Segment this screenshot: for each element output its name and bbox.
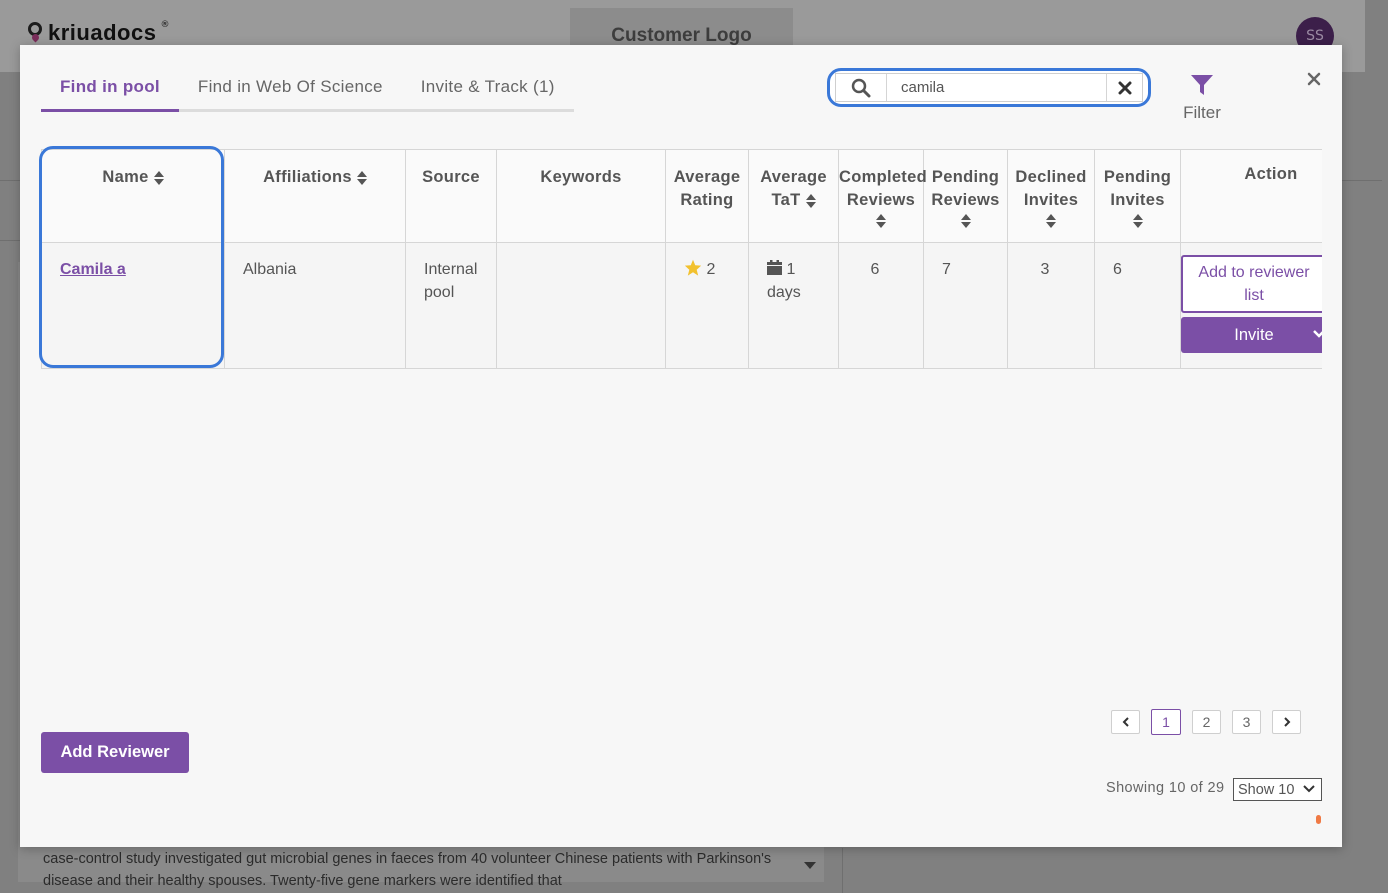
tab-find-in-web-of-science[interactable]: Find in Web Of Science: [179, 73, 402, 109]
cell-declined-invites: 3: [1007, 242, 1095, 369]
filter-button[interactable]: Filter: [1172, 73, 1232, 123]
star-icon: [684, 259, 702, 276]
col-header-action: Action: [1180, 149, 1322, 243]
pagination: 1 2 3: [1111, 709, 1301, 735]
cell-affiliation: Albania: [224, 242, 406, 369]
logo-registered-mark: ®: [160, 20, 170, 30]
sort-icon: [1132, 214, 1143, 228]
chevron-down-icon: [1303, 785, 1315, 793]
tat-unit: days: [767, 284, 801, 301]
clear-search-icon[interactable]: [1106, 74, 1142, 101]
status-dot: [1316, 815, 1321, 824]
sort-icon: [805, 193, 816, 208]
search-box: [835, 73, 1143, 102]
cell-source: Internal pool: [405, 242, 497, 369]
next-page-chevron-right-icon[interactable]: [1272, 710, 1301, 734]
sort-icon: [960, 214, 971, 228]
cell-keywords: [496, 242, 666, 369]
bg-divider: [842, 848, 843, 893]
reviewer-search-modal: Find in pool Find in Web Of Science Invi…: [20, 45, 1342, 847]
bg-divider: [1342, 180, 1382, 181]
logo-mark-icon: [26, 22, 44, 44]
col-header-average-rating: Average Rating: [665, 149, 749, 243]
table-row: Camila a Albania Internal pool 2 1 days 6 …: [41, 242, 1322, 369]
logo-text: kriuadocs: [48, 20, 157, 45]
add-to-reviewer-list-button[interactable]: Add to reviewer list: [1181, 255, 1322, 313]
invite-button[interactable]: Invite: [1181, 317, 1322, 353]
bg-abstract-text: case-control study investigated gut micr…: [43, 851, 772, 889]
cell-pending-invites: 6: [1094, 242, 1181, 369]
filter-label: Filter: [1183, 103, 1221, 122]
page-button-3[interactable]: 3: [1232, 710, 1261, 734]
filter-funnel-icon: [1191, 75, 1213, 95]
col-header-keywords: Keywords: [496, 149, 666, 243]
showing-count: Showing 10 of 29: [1106, 780, 1225, 796]
table-header-row: Name Affiliations Source Keywords Averag…: [41, 149, 1322, 243]
sort-icon: [153, 170, 164, 185]
tab-find-in-pool[interactable]: Find in pool: [41, 73, 179, 112]
rating-value: 2: [706, 261, 716, 278]
search-highlight: [827, 68, 1151, 107]
col-header-declined-invites[interactable]: Declined Invites: [1007, 149, 1095, 243]
tab-invite-and-track[interactable]: Invite & Track (1): [402, 73, 574, 109]
modal-tabs: Find in pool Find in Web Of Science Invi…: [41, 73, 574, 112]
add-reviewer-button[interactable]: Add Reviewer: [41, 732, 189, 773]
tat-value: 1: [786, 261, 796, 278]
bg-divider: [0, 240, 20, 241]
search-input[interactable]: [887, 79, 1106, 96]
col-header-affiliations[interactable]: Affiliations: [224, 149, 406, 243]
col-header-source: Source: [405, 149, 497, 243]
kriyadocs-logo: kriuadocs ®: [26, 20, 169, 46]
cell-action: Add to reviewer list Invite: [1180, 242, 1322, 369]
col-header-average-tat[interactable]: Average TaT: [748, 149, 839, 243]
bg-divider: [0, 180, 20, 181]
reviewer-name-link[interactable]: Camila a: [60, 261, 126, 278]
sort-icon: [356, 170, 367, 185]
reviewer-table: Name Affiliations Source Keywords Averag…: [41, 149, 1322, 369]
cell-pending-reviews: 7: [923, 242, 1008, 369]
sort-icon: [876, 214, 886, 228]
chevron-down-icon[interactable]: [1313, 329, 1322, 339]
close-icon[interactable]: [1304, 69, 1324, 89]
page-size-select[interactable]: Show 10: [1233, 778, 1322, 801]
prev-page-chevron-left-icon[interactable]: [1111, 710, 1140, 734]
cell-completed-reviews: 6: [838, 242, 924, 369]
col-header-pending-invites[interactable]: Pending Invites: [1094, 149, 1181, 243]
cell-average-rating: 2: [665, 242, 749, 369]
page-button-1[interactable]: 1: [1151, 709, 1181, 735]
bg-caret-down-icon: [804, 862, 816, 869]
cell-average-tat: 1 days: [748, 242, 839, 369]
col-header-name[interactable]: Name: [41, 149, 225, 243]
col-header-completed-reviews[interactable]: Completed Reviews: [838, 149, 927, 243]
page-button-2[interactable]: 2: [1192, 710, 1221, 734]
calendar-icon: [767, 260, 782, 275]
search-icon[interactable]: [836, 74, 887, 101]
cell-name: Camila a: [41, 242, 225, 369]
col-header-pending-reviews[interactable]: Pending Reviews: [923, 149, 1008, 243]
reviewer-table-container: Name Affiliations Source Keywords Averag…: [41, 149, 1322, 369]
sort-icon: [1046, 214, 1056, 228]
